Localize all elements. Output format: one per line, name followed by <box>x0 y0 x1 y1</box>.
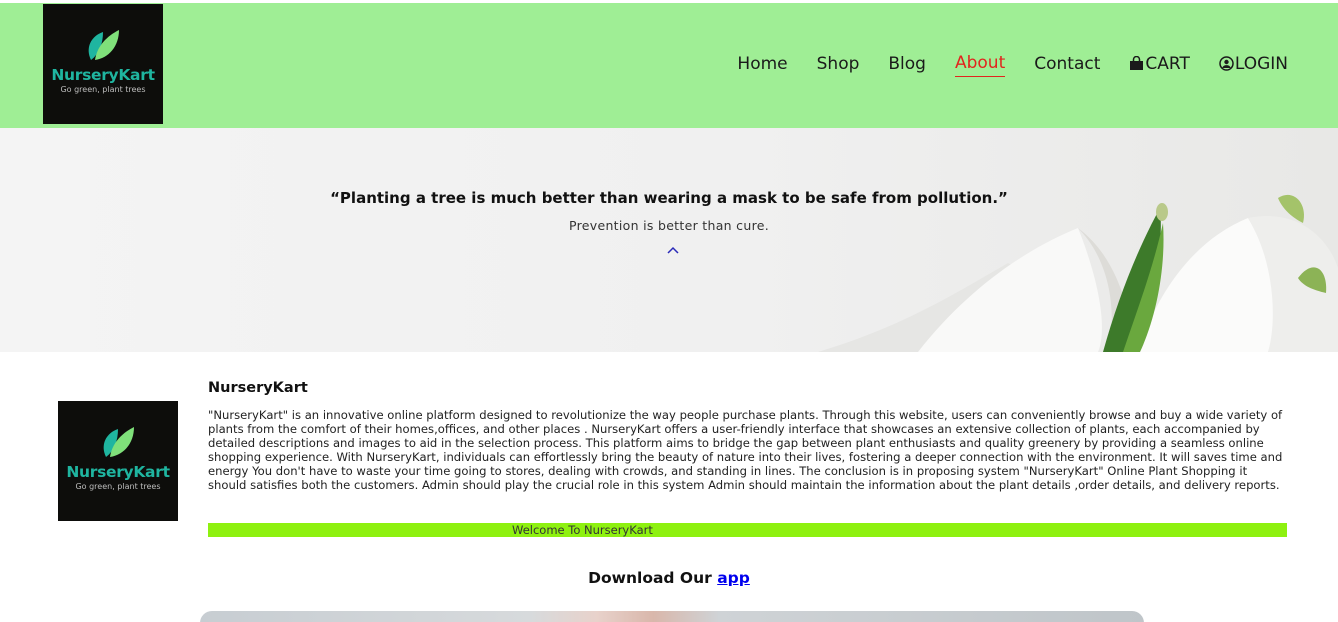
nav-login-label: LOGIN <box>1234 53 1288 74</box>
welcome-marquee: Welcome To NurseryKart <box>208 523 1287 537</box>
shopping-bag-icon <box>1129 56 1144 71</box>
nav-shop-link[interactable]: Shop <box>817 54 860 77</box>
download-app-heading: Download Our app <box>0 569 1338 587</box>
logo-tagline: Go green, plant trees <box>60 85 146 94</box>
leaf-icon <box>88 30 119 60</box>
about-logo-brand: NurseryKart <box>66 463 170 481</box>
about-logo-tagline: Go green, plant trees <box>75 482 161 491</box>
main-nav: Home Shop Blog About Contact CART LOGIN <box>708 53 1288 77</box>
top-navbar: NurseryKart Go green, plant trees Home S… <box>0 3 1338 128</box>
hero-subtitle: Prevention is better than cure. <box>569 218 769 233</box>
hero-banner: “Planting a tree is much better than wea… <box>0 128 1338 352</box>
app-promo-image <box>200 611 1144 622</box>
download-text: Download Our <box>588 569 712 587</box>
hero-quote: “Planting a tree is much better than wea… <box>330 189 1008 207</box>
lily-flower-image <box>818 194 1338 352</box>
logo-brand: NurseryKart <box>51 66 155 84</box>
about-description: "NurseryKart" is an innovative online pl… <box>208 408 1283 492</box>
nav-about-link[interactable]: About <box>954 53 1006 77</box>
nav-cart-link[interactable]: CART <box>1129 53 1190 77</box>
user-circle-icon <box>1219 56 1234 71</box>
leaf-icon <box>103 427 134 457</box>
nav-login-link[interactable]: LOGIN <box>1219 54 1288 77</box>
nav-contact-link[interactable]: Contact <box>1034 54 1100 77</box>
about-logo: NurseryKart Go green, plant trees <box>58 401 178 521</box>
chevron-up-icon[interactable] <box>664 246 682 260</box>
site-logo[interactable]: NurseryKart Go green, plant trees <box>43 4 163 124</box>
nav-cart-label: CART <box>1145 53 1190 74</box>
download-app-link[interactable]: app <box>717 569 750 587</box>
about-title: NurseryKart <box>208 380 308 396</box>
nav-home-link[interactable]: Home <box>737 54 787 77</box>
nav-blog-link[interactable]: Blog <box>888 54 926 77</box>
welcome-marquee-text: Welcome To NurseryKart <box>512 523 653 537</box>
